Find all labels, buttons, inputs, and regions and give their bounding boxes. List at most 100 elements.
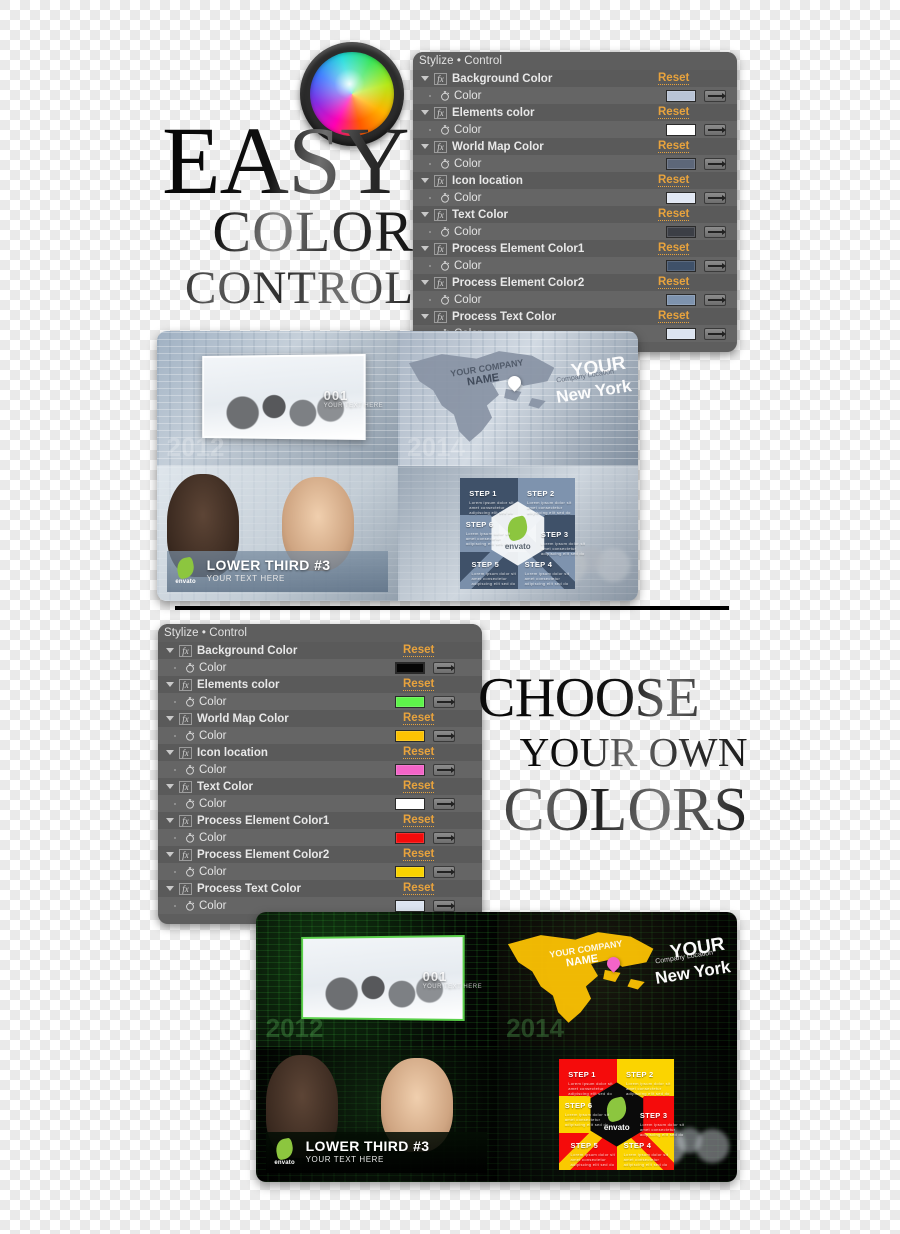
color-swatch[interactable] (395, 763, 425, 776)
stopwatch-icon[interactable] (440, 158, 450, 169)
property-row-color[interactable]: Color (158, 795, 482, 812)
color-swatch[interactable] (666, 293, 696, 306)
stopwatch-icon[interactable] (185, 730, 195, 741)
eyedropper-button[interactable] (704, 259, 726, 272)
property-row-color[interactable]: Color (158, 659, 482, 676)
stopwatch-icon[interactable] (185, 662, 195, 673)
stopwatch-icon[interactable] (185, 832, 195, 843)
eyedropper-button[interactable] (433, 899, 455, 912)
property-row-color[interactable]: Color (413, 257, 737, 274)
disclosure-triangle-icon[interactable] (166, 784, 174, 789)
stopwatch-icon[interactable] (440, 260, 450, 271)
disclosure-triangle-icon[interactable] (166, 886, 174, 891)
disclosure-triangle-icon[interactable] (166, 750, 174, 755)
reset-link[interactable]: Reset (658, 140, 690, 153)
eyedropper-button[interactable] (433, 661, 455, 674)
disclosure-triangle-icon[interactable] (421, 144, 429, 149)
color-swatch[interactable] (395, 797, 425, 810)
color-swatch[interactable] (395, 695, 425, 708)
stopwatch-icon[interactable] (185, 764, 195, 775)
eyedropper-button[interactable] (433, 865, 455, 878)
property-row-color[interactable]: Color (158, 727, 482, 744)
effect-row[interactable]: fx Process Text Color Reset (158, 880, 482, 897)
effect-row[interactable]: fx Text Color Reset (158, 778, 482, 795)
reset-link[interactable]: Reset (658, 276, 690, 289)
stopwatch-icon[interactable] (440, 124, 450, 135)
eyedropper-button[interactable] (704, 293, 726, 306)
reset-link[interactable]: Reset (658, 72, 690, 85)
property-row-color[interactable]: Color (413, 189, 737, 206)
disclosure-triangle-icon[interactable] (166, 716, 174, 721)
color-swatch[interactable] (395, 865, 425, 878)
property-row-color[interactable]: Color (413, 223, 737, 240)
disclosure-triangle-icon[interactable] (421, 314, 429, 319)
disclosure-triangle-icon[interactable] (421, 246, 429, 251)
stopwatch-icon[interactable] (440, 226, 450, 237)
eyedropper-button[interactable] (433, 831, 455, 844)
stopwatch-icon[interactable] (185, 696, 195, 707)
effect-controls-panel-light[interactable]: Stylize • Control fx Background Color Rese… (413, 52, 737, 352)
property-row-color[interactable]: Color (158, 761, 482, 778)
stopwatch-icon[interactable] (185, 866, 195, 877)
eyedropper-button[interactable] (433, 797, 455, 810)
effect-row[interactable]: fx Process Element Color1 Reset (158, 812, 482, 829)
reset-link[interactable]: Reset (403, 848, 435, 861)
eyedropper-button[interactable] (704, 191, 726, 204)
disclosure-triangle-icon[interactable] (421, 76, 429, 81)
effect-row[interactable]: fx Background Color Reset (413, 70, 737, 87)
reset-link[interactable]: Reset (658, 310, 690, 323)
effect-row[interactable]: fx Icon location Reset (413, 172, 737, 189)
eyedropper-button[interactable] (433, 729, 455, 742)
eyedropper-button[interactable] (704, 327, 726, 340)
stopwatch-icon[interactable] (185, 900, 195, 911)
eyedropper-button[interactable] (433, 695, 455, 708)
effect-row[interactable]: fx Elements color Reset (413, 104, 737, 121)
effect-row[interactable]: fx Process Element Color2 Reset (158, 846, 482, 863)
color-swatch[interactable] (666, 157, 696, 170)
color-swatch[interactable] (666, 89, 696, 102)
color-swatch[interactable] (666, 327, 696, 340)
property-row-color[interactable]: Color (413, 291, 737, 308)
effect-controls-panel-dark[interactable]: Stylize • Control fx Background Color Rese… (158, 624, 482, 924)
property-row-color[interactable]: Color (413, 121, 737, 138)
color-swatch[interactable] (666, 225, 696, 238)
disclosure-triangle-icon[interactable] (166, 852, 174, 857)
reset-link[interactable]: Reset (403, 644, 435, 657)
disclosure-triangle-icon[interactable] (166, 682, 174, 687)
color-swatch[interactable] (395, 729, 425, 742)
stopwatch-icon[interactable] (440, 192, 450, 203)
eyedropper-button[interactable] (704, 225, 726, 238)
disclosure-triangle-icon[interactable] (421, 280, 429, 285)
color-swatch[interactable] (395, 661, 425, 674)
property-row-color[interactable]: Color (413, 155, 737, 172)
effect-row[interactable]: fx Background Color Reset (158, 642, 482, 659)
eyedropper-button[interactable] (433, 763, 455, 776)
property-row-color[interactable]: Color (158, 829, 482, 846)
effect-row[interactable]: fx Process Element Color2 Reset (413, 274, 737, 291)
disclosure-triangle-icon[interactable] (421, 110, 429, 115)
color-swatch[interactable] (666, 259, 696, 272)
color-swatch[interactable] (395, 831, 425, 844)
effect-row[interactable]: fx Process Text Color Reset (413, 308, 737, 325)
effect-row[interactable]: fx World Map Color Reset (413, 138, 737, 155)
effect-row[interactable]: fx Elements color Reset (158, 676, 482, 693)
reset-link[interactable]: Reset (658, 208, 690, 221)
reset-link[interactable]: Reset (658, 174, 690, 187)
reset-link[interactable]: Reset (658, 242, 690, 255)
property-row-color[interactable]: Color (158, 863, 482, 880)
eyedropper-button[interactable] (704, 123, 726, 136)
eyedropper-button[interactable] (704, 157, 726, 170)
property-row-color[interactable]: Color (158, 693, 482, 710)
effect-row[interactable]: fx Icon location Reset (158, 744, 482, 761)
reset-link[interactable]: Reset (403, 678, 435, 691)
color-swatch[interactable] (395, 899, 425, 912)
reset-link[interactable]: Reset (403, 882, 435, 895)
reset-link[interactable]: Reset (403, 712, 435, 725)
effect-row[interactable]: fx Text Color Reset (413, 206, 737, 223)
reset-link[interactable]: Reset (403, 780, 435, 793)
color-swatch[interactable] (666, 191, 696, 204)
disclosure-triangle-icon[interactable] (166, 648, 174, 653)
property-row-color[interactable]: Color (413, 87, 737, 104)
disclosure-triangle-icon[interactable] (421, 178, 429, 183)
stopwatch-icon[interactable] (440, 90, 450, 101)
